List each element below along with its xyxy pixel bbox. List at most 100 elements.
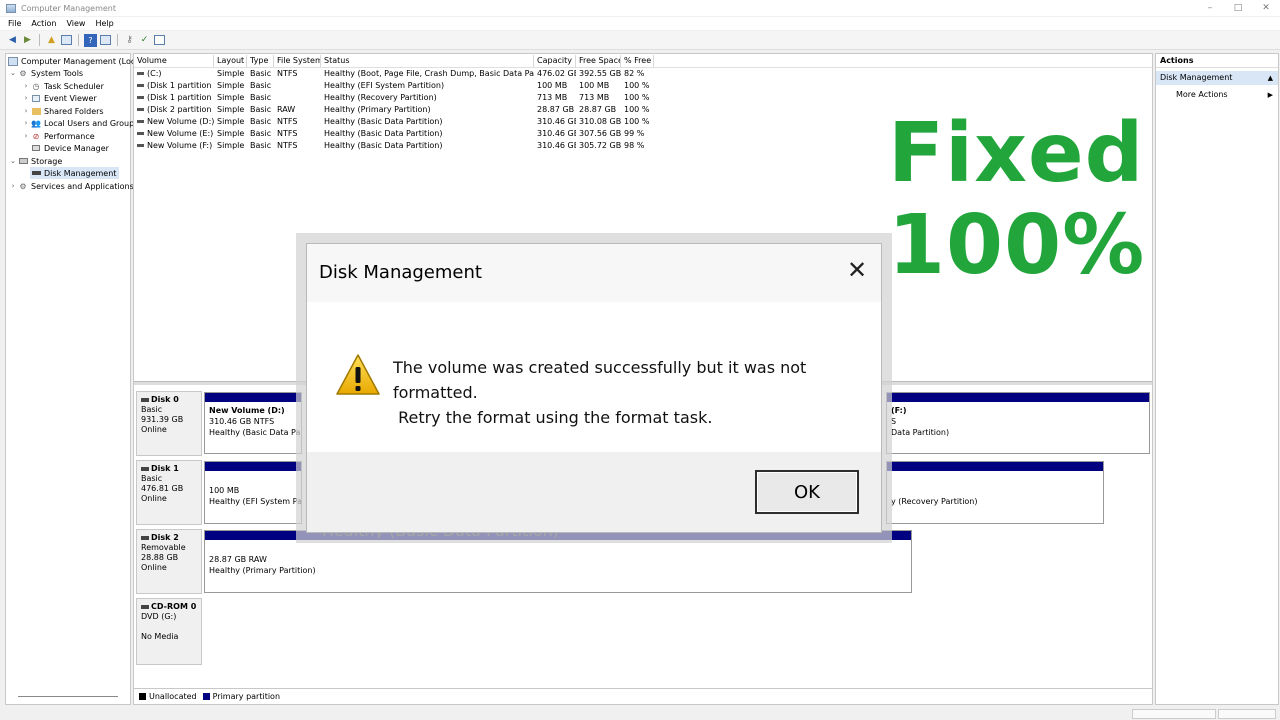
column-header[interactable]: Layout [214,55,247,67]
close-icon[interactable]: ✕ [845,258,869,282]
partition-disk2-raw[interactable]: 28.87 GB RAW Healthy (Primary Partition) [204,530,912,593]
cdrom-0-label[interactable]: CD-ROM 0 DVD (G:) No Media [136,598,202,665]
menu-file[interactable]: File [8,19,21,28]
more-actions-item[interactable]: More Actions ▶ [1156,88,1278,102]
tree-item-system-tools[interactable]: ⌄ ⚙ System Tools [9,67,83,79]
table-cell: (Disk 1 partition 4) [134,92,214,104]
table-cell: 100 % [624,81,650,90]
tree-item-task-scheduler[interactable]: › ◷ Task Scheduler [22,80,104,92]
back-arrow-icon[interactable]: ◀ [6,34,19,47]
chevron-right-icon[interactable]: › [22,94,30,102]
tree-horizontal-scrollbar[interactable] [18,696,118,697]
warning-icon [336,354,380,395]
disk-1-label[interactable]: Disk 1 Basic 476.81 GB Online [136,460,202,525]
table-cell: Healthy (Boot, Page File, Crash Dump, Ba… [324,69,534,78]
services-icon: ⚙ [19,181,27,191]
table-row[interactable]: (Disk 2 partition 1)Simple Basic RAW Health… [134,104,654,116]
tree-item-device-manager[interactable]: Device Manager [22,142,109,154]
column-header[interactable]: % Free [621,55,654,67]
chevron-right-icon[interactable]: › [22,132,30,140]
table-row[interactable]: New Volume (D:) Simple Basic NTFS Healthy (B… [134,116,654,128]
tree-root[interactable]: Computer Management (Local [7,55,142,67]
status-segment [1132,709,1216,719]
partition-efi[interactable]: 100 MB Healthy (EFI System Partiti [204,461,302,524]
chevron-right-icon[interactable]: › [9,182,17,190]
table-cell: Basic [250,141,272,150]
tree-item-services[interactable]: › ⚙ Services and Applications [9,180,134,192]
chevron-right-icon[interactable]: › [22,119,30,127]
table-cell: 98 % [624,141,645,150]
close-window-button[interactable]: ✕ [1252,0,1280,16]
partition-bar [205,462,301,471]
partition-recovery[interactable]: y (Recovery Partition) [886,461,1104,524]
help-icon[interactable]: ? [84,33,97,47]
disk-icon [141,397,149,402]
table-cell: (Disk 1 partition 2) [134,80,214,92]
table-row[interactable]: (Disk 1 partition 2)Simple Basic Healthy (… [134,80,654,92]
volume-icon [137,84,144,87]
event-viewer-icon [31,94,41,103]
partition-new-volume-f[interactable]: (F:) S Data Partition) [886,392,1150,454]
computer-icon [8,56,18,66]
collapse-up-icon[interactable]: ▲ [1268,71,1273,85]
toolbar-divider [117,34,118,46]
table-cell: 82 % [624,69,645,78]
table-cell: 28.87 GB [579,105,617,114]
column-header[interactable]: Status [321,55,534,67]
ok-button[interactable]: OK [755,470,859,514]
column-header[interactable]: File System [274,55,321,67]
column-header[interactable]: Volume [134,55,214,67]
chevron-down-icon[interactable]: ⌄ [9,157,17,165]
disk-2-label[interactable]: Disk 2 Removable 28.88 GB Online [136,529,202,594]
toolbar-divider [39,34,40,46]
tree-item-shared-folders[interactable]: › Shared Folders [22,105,104,117]
dialog-message: The volume was created successfully but … [393,358,807,427]
disk-0-label[interactable]: Disk 0 Basic 931.39 GB Online [136,391,202,456]
table-cell: 310.46 GB [537,141,576,150]
table-row[interactable]: New Volume (E:) Simple Basic NTFS Healthy (B… [134,128,654,140]
tree-item-disk-management[interactable]: Disk Management [30,167,120,179]
show-hide-tree-icon[interactable] [60,34,73,47]
tree-item-storage[interactable]: ⌄ Storage [9,155,62,167]
tree-item-performance[interactable]: › ⊘ Performance [22,130,95,142]
table-cell: 307.56 GB [579,129,621,138]
table-cell: Healthy (Basic Data Partition) [324,129,443,138]
actions-section-disk-management[interactable]: Disk Management ▲ [1156,71,1278,85]
column-header[interactable]: Free Space [576,55,621,67]
table-cell: Basic [250,81,272,90]
view-icon[interactable] [153,34,166,47]
table-row[interactable]: (C:) Simple Basic NTFS Healthy (Boot, Page F… [134,68,654,80]
properties-icon[interactable] [99,34,112,47]
table-cell: 476.02 GB [537,69,576,78]
up-folder-icon[interactable]: ▲ [45,34,58,47]
tree-item-event-viewer[interactable]: › Event Viewer [22,92,97,104]
table-cell: Simple [217,69,245,78]
chevron-down-icon[interactable]: ⌄ [9,69,17,77]
menu-view[interactable]: View [66,19,85,28]
disk-icon [31,169,41,178]
table-cell: Basic [250,117,272,126]
key-icon[interactable]: ⚷ [123,34,136,47]
menu-action[interactable]: Action [31,19,56,28]
disk-icon [141,466,149,471]
column-header[interactable]: Type [247,55,274,67]
chevron-right-icon[interactable]: › [22,82,30,90]
folder-icon [31,107,41,116]
minimize-button[interactable]: – [1196,0,1224,16]
volume-icon [137,144,144,147]
table-row[interactable]: (Disk 1 partition 4)Simple Basic Healthy (… [134,92,654,104]
table-cell: 100 % [624,105,650,114]
checklist-icon[interactable]: ✓ [138,34,151,47]
forward-arrow-icon[interactable]: ▶ [21,34,34,47]
partition-new-volume-d[interactable]: New Volume (D:) 310.46 GB NTFS Healthy (… [204,392,302,454]
menu-help[interactable]: Help [95,19,113,28]
chevron-right-icon[interactable]: › [22,107,30,115]
table-cell [274,92,321,104]
table-row[interactable]: New Volume (F:) Simple Basic NTFS Healthy (B… [134,140,654,152]
dialog-title: Disk Management [319,262,482,283]
maximize-button[interactable]: □ [1224,0,1252,16]
tree-item-local-users[interactable]: › 👥 Local Users and Groups [22,117,139,129]
column-header[interactable]: Capacity [534,55,576,67]
table-cell: 392.55 GB [579,69,621,78]
table-cell: 100 % [624,117,650,126]
